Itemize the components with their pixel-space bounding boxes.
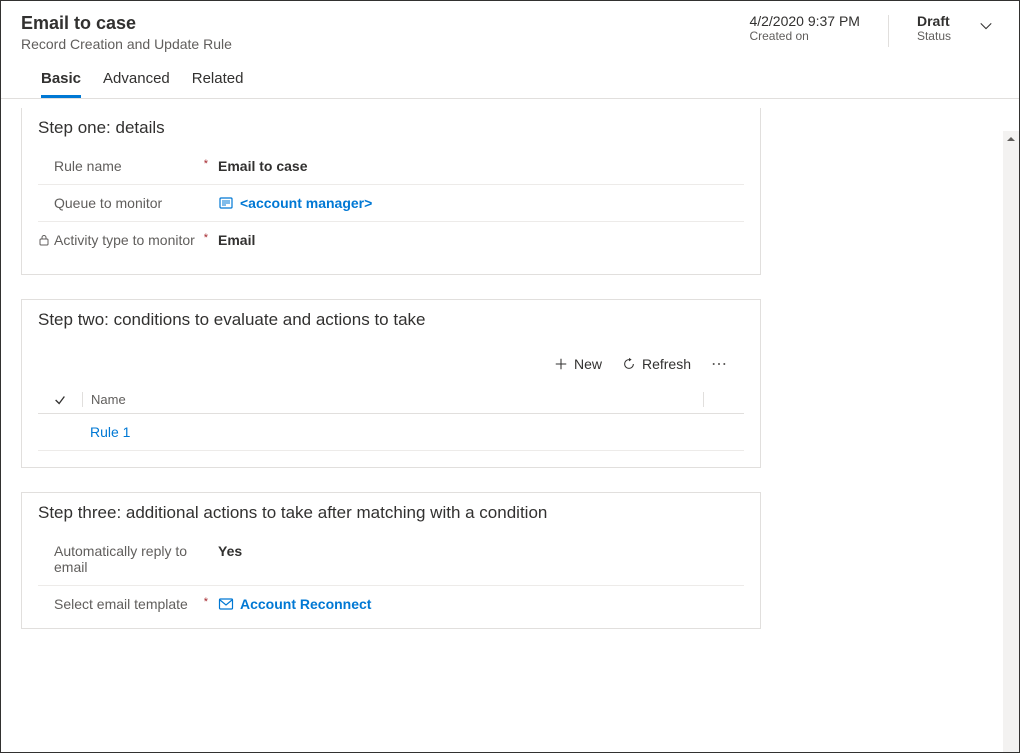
refresh-icon: [622, 357, 636, 371]
row-name-link[interactable]: Rule 1: [82, 424, 130, 440]
rules-grid: Name Rule 1: [38, 386, 744, 451]
chevron-down-icon: [979, 19, 993, 33]
select-all-column[interactable]: [38, 393, 82, 407]
header-left: Email to case Record Creation and Update…: [21, 13, 741, 98]
required-marker: *: [204, 596, 208, 608]
template-value: Account Reconnect: [240, 596, 371, 612]
page-header: Email to case Record Creation and Update…: [1, 1, 1019, 99]
scroll-up-arrow[interactable]: [1003, 131, 1019, 147]
plus-icon: [554, 357, 568, 371]
email-template-icon: [218, 596, 234, 612]
auto-reply-value[interactable]: Yes: [218, 543, 242, 559]
grid-header: Name: [38, 386, 744, 414]
activity-type-label: Activity type to monitor: [54, 232, 195, 248]
auto-reply-label: Automatically reply to email: [38, 543, 218, 575]
step-two-title: Step two: conditions to evaluate and act…: [38, 310, 744, 330]
new-button[interactable]: New: [554, 356, 602, 372]
status-label: Status: [917, 29, 951, 43]
refresh-button[interactable]: Refresh: [622, 356, 691, 372]
step-two-section: Step two: conditions to evaluate and act…: [21, 299, 761, 468]
queue-value: <account manager>: [240, 195, 372, 211]
tabs: Basic Advanced Related: [21, 52, 741, 98]
field-rule-name: Rule name * Email to case: [38, 148, 744, 185]
required-marker: *: [204, 158, 208, 170]
status-block: Draft Status: [909, 13, 959, 43]
step-three-title: Step three: additional actions to take a…: [38, 503, 744, 523]
required-marker: *: [204, 232, 208, 244]
refresh-label: Refresh: [642, 356, 691, 372]
field-queue: Queue to monitor <account manager>: [38, 185, 744, 222]
step-one-section: Step one: details Rule name * Email to c…: [21, 108, 761, 275]
activity-type-value: Email: [218, 232, 255, 248]
lock-icon: [38, 234, 50, 246]
template-label: Select email template: [38, 596, 188, 612]
created-on-block: 4/2/2020 9:37 PM Created on: [741, 13, 868, 43]
status-value: Draft: [917, 13, 951, 29]
expand-header-button[interactable]: [979, 19, 999, 36]
queue-lookup[interactable]: <account manager>: [218, 195, 372, 211]
field-auto-reply: Automatically reply to email Yes: [38, 533, 744, 586]
column-header-name[interactable]: Name: [82, 392, 704, 407]
step-one-title: Step one: details: [38, 118, 744, 138]
tab-basic[interactable]: Basic: [41, 70, 81, 98]
more-commands-button[interactable]: ⋯: [711, 354, 728, 374]
header-right: 4/2/2020 9:37 PM Created on Draft Status: [741, 13, 999, 47]
grid-toolbar: New Refresh ⋯: [38, 340, 744, 382]
meta-divider: [888, 15, 889, 47]
queue-label: Queue to monitor: [38, 195, 162, 211]
created-on-label: Created on: [749, 29, 860, 43]
page-title: Email to case: [21, 13, 741, 34]
page-subtitle: Record Creation and Update Rule: [21, 36, 741, 52]
new-label: New: [574, 356, 602, 372]
tab-related[interactable]: Related: [192, 70, 244, 98]
rule-name-value[interactable]: Email to case: [218, 158, 308, 174]
template-lookup[interactable]: Account Reconnect: [218, 596, 371, 612]
rule-name-label: Rule name: [38, 158, 122, 174]
queue-icon: [218, 195, 234, 211]
content: Step one: details Rule name * Email to c…: [1, 99, 1019, 730]
field-email-template: Select email template * Account Reconnec…: [38, 586, 744, 622]
field-activity-type: Activity type to monitor * Email: [38, 222, 744, 258]
step-three-section: Step three: additional actions to take a…: [21, 492, 761, 629]
tab-advanced[interactable]: Advanced: [103, 70, 170, 98]
created-on-value: 4/2/2020 9:37 PM: [749, 13, 860, 29]
checkmark-icon: [53, 393, 67, 407]
vertical-scrollbar[interactable]: [1003, 131, 1019, 752]
table-row[interactable]: Rule 1: [38, 414, 744, 451]
